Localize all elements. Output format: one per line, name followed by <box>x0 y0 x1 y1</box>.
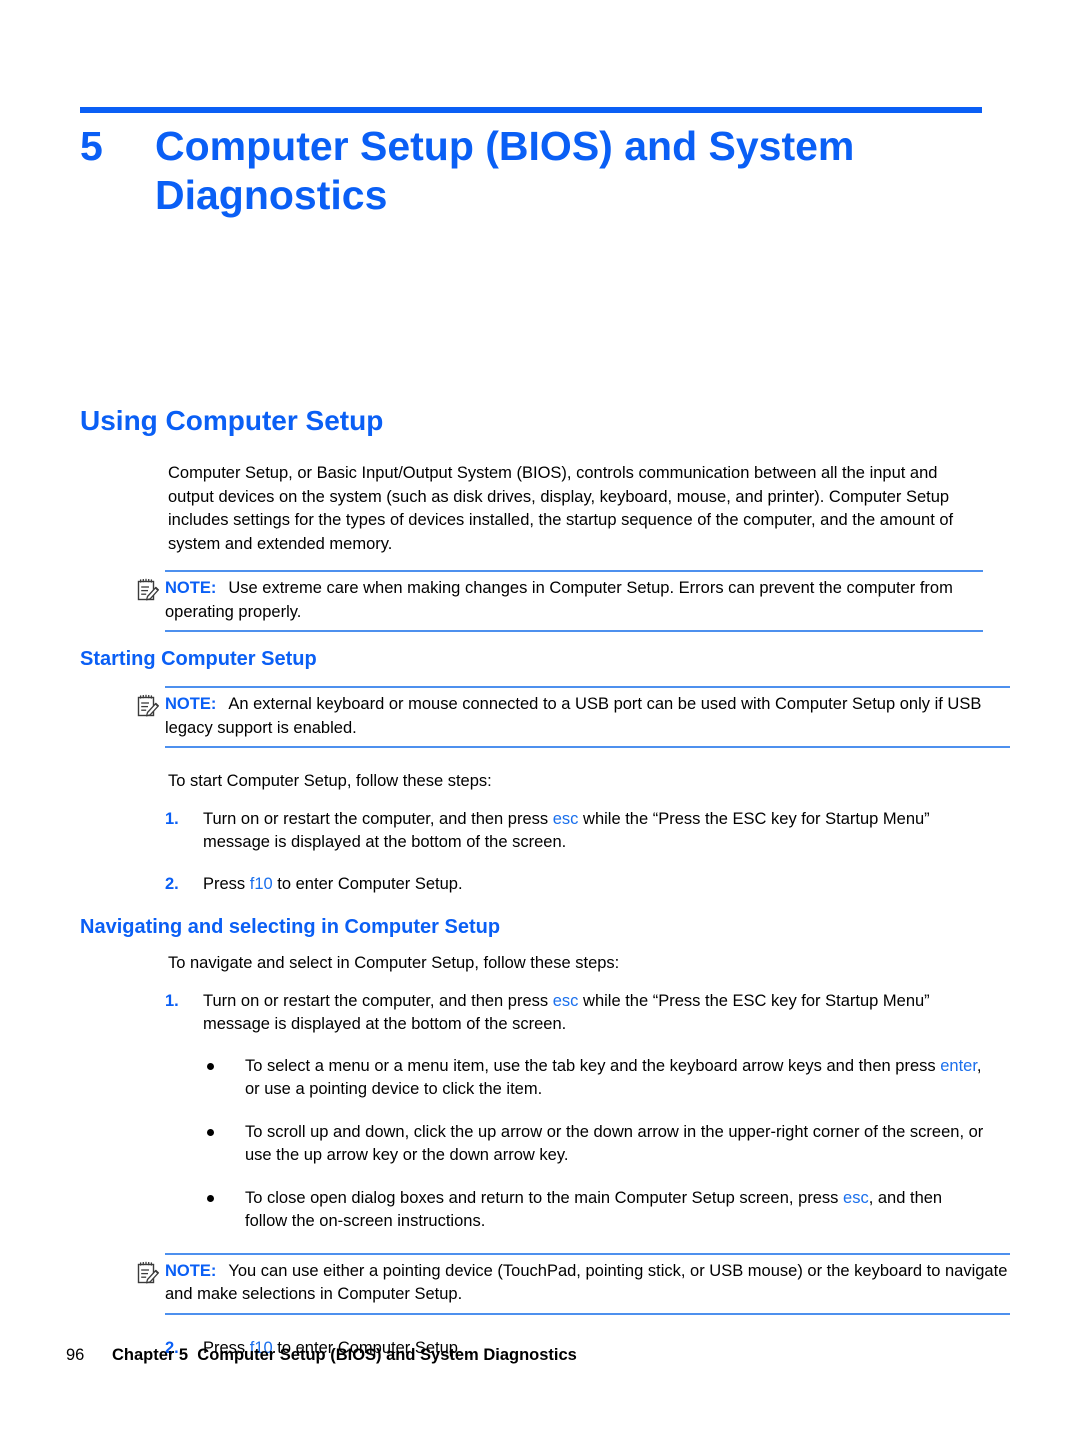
chapter-title: Computer Setup (BIOS) and System Diagnos… <box>155 123 855 218</box>
note-pencil-icon <box>135 1260 161 1286</box>
step-number: 1. <box>165 809 179 828</box>
bullet-dot-icon <box>207 1194 214 1202</box>
note-box-pointing-device: NOTE: You can use either a pointing devic… <box>0 1252 1080 1315</box>
heading-using-computer-setup: Using Computer Setup <box>80 405 384 436</box>
note-label: NOTE: <box>165 579 217 597</box>
keyword-token: esc <box>552 991 579 1010</box>
note-text-pointing-device: NOTE: You can use either a pointing devic… <box>165 1260 1010 1307</box>
note-box-usb-legacy: NOTE: An external keyboard or mouse conne… <box>0 686 1080 748</box>
step-number: 2. <box>165 874 179 893</box>
paragraph-navigating-intro: To navigate and select in Computer Setup… <box>168 954 620 972</box>
note-text-usb-legacy: NOTE: An external keyboard or mouse conne… <box>165 693 1010 740</box>
list-item: To scroll up and down, click the up arro… <box>0 1121 1080 1168</box>
steps-navigating-first: 1. Turn on or restart the computer, and … <box>0 990 1080 1037</box>
step-number: 1. <box>165 991 179 1010</box>
note-body: You can use either a pointing device (To… <box>165 1261 1008 1304</box>
note-body: An external keyboard or mouse connected … <box>165 695 982 737</box>
note-text-care: NOTE: Use extreme care when making change… <box>165 577 983 624</box>
list-item: 1. Turn on or restart the computer, and … <box>0 808 1080 855</box>
note-box-care: NOTE: Use extreme care when making change… <box>0 570 1080 632</box>
keyword-token: f10 <box>249 874 273 893</box>
bullet-text: To scroll up and down, click the up arro… <box>245 1122 984 1165</box>
step-text: Turn on or restart the computer, and the… <box>203 991 930 1034</box>
steps-starting: 1. Turn on or restart the computer, and … <box>0 808 1080 897</box>
note-pencil-icon <box>135 577 161 603</box>
bullet-dot-icon <box>207 1128 214 1136</box>
note-label: NOTE: <box>165 1261 217 1280</box>
bullet-list-navigating: To select a menu or a menu item, use the… <box>0 1055 1080 1234</box>
note-pencil-icon <box>135 693 161 719</box>
footer-page-number: 96 <box>66 1346 85 1364</box>
note-body: Use extreme care when making changes in … <box>165 579 953 621</box>
keyword-token: enter <box>940 1056 977 1075</box>
heading-starting-computer-setup: Starting Computer Setup <box>80 648 317 670</box>
list-item: 2. Press f10 to enter Computer Setup. <box>0 873 1080 897</box>
keyword-token: esc <box>552 809 579 828</box>
page-footer: 96 Chapter 5 Computer Setup (BIOS) and Sy… <box>0 1344 1080 1366</box>
bullet-text: To select a menu or a menu item, use the… <box>245 1056 982 1099</box>
keyword-token: esc <box>843 1188 869 1207</box>
list-item: 1. Turn on or restart the computer, and … <box>0 990 1080 1037</box>
list-item: To select a menu or a menu item, use the… <box>0 1055 1080 1102</box>
bullet-text: To close open dialog boxes and return to… <box>245 1188 943 1231</box>
chapter-number: 5 <box>80 123 103 169</box>
step-text: Press f10 to enter Computer Setup. <box>203 874 463 893</box>
page-content: Using Computer Setup Computer Setup, or … <box>0 404 1080 1378</box>
chapter-header-rule <box>80 107 982 113</box>
paragraph-using-intro: Computer Setup, or Basic Input/Output Sy… <box>168 464 954 553</box>
list-item: To close open dialog boxes and return to… <box>0 1187 1080 1234</box>
chapter-heading: 5 Computer Setup (BIOS) and System Diagn… <box>80 122 985 220</box>
bullet-dot-icon <box>207 1062 214 1070</box>
note-label: NOTE: <box>165 695 217 713</box>
step-text: Turn on or restart the computer, and the… <box>203 809 930 852</box>
heading-navigating-selecting: Navigating and selecting in Computer Set… <box>80 916 501 938</box>
footer-chapter-label: Chapter 5 <box>112 1346 189 1364</box>
footer-chapter-title: Computer Setup (BIOS) and System Diagnos… <box>197 1346 577 1364</box>
document-page: 5 Computer Setup (BIOS) and System Diagn… <box>0 0 1080 1437</box>
paragraph-starting-intro: To start Computer Setup, follow these st… <box>168 772 492 790</box>
